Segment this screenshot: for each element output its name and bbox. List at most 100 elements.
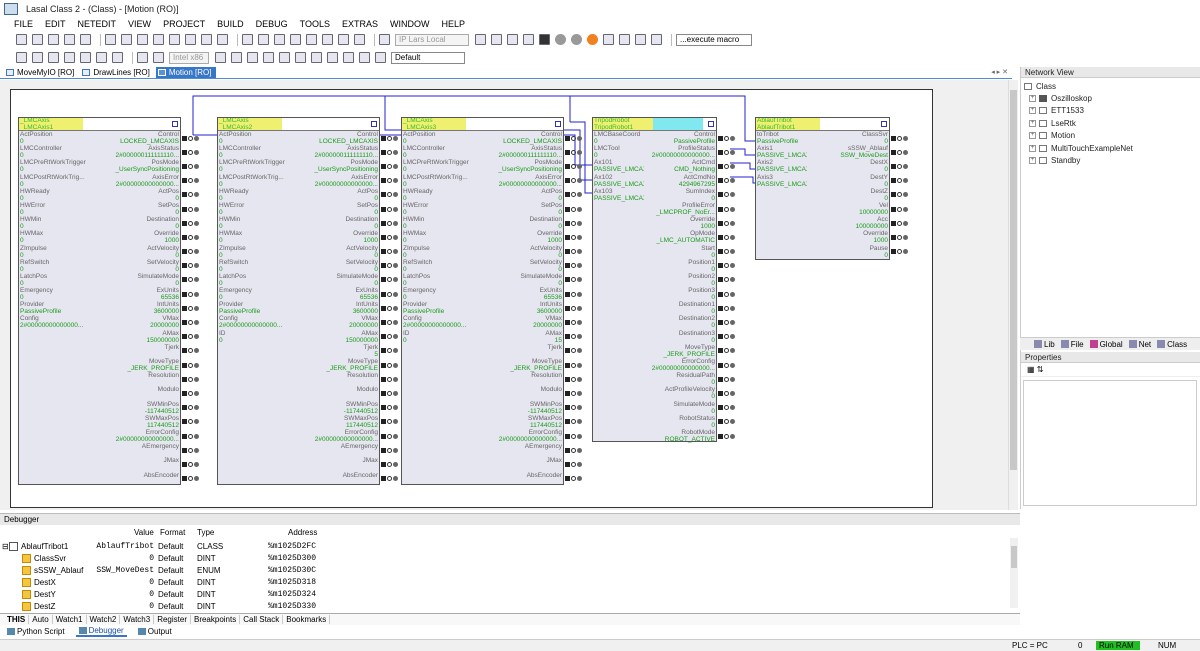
output-port[interactable]: AMax 15 (473, 330, 562, 344)
function-block[interactable]: TripodRobot TripodRobot1 LMCBaseCoord 0 LMCT… (592, 117, 717, 443)
grid-snap-icon[interactable] (359, 52, 370, 63)
pin-connector[interactable] (718, 358, 735, 372)
pin-connector[interactable] (718, 344, 735, 358)
var-format[interactable]: Default (158, 590, 183, 599)
menu-edit[interactable]: EDIT (45, 19, 66, 29)
pin-connector[interactable] (718, 188, 735, 202)
input-port[interactable]: LMCPostRtWorkTrig... 0 (403, 174, 473, 188)
oscilloscope-icon[interactable] (635, 34, 646, 45)
step-icon[interactable] (555, 34, 566, 45)
tab-debugger[interactable]: Debugger (75, 626, 127, 637)
pin-connector[interactable] (565, 259, 582, 273)
function-block[interactable]: _LMCAxis _LMCAxis3 ActPosition 0 LMCControll… (401, 117, 564, 485)
input-port[interactable]: ActPosition 0 (403, 131, 473, 145)
rebuild-icon[interactable] (274, 34, 285, 45)
output-port[interactable]: PosMode _UserSyncPositioning (289, 159, 378, 173)
pin-connector[interactable] (381, 287, 398, 301)
tab-auto[interactable]: Auto (29, 615, 53, 624)
pin-connector[interactable] (718, 273, 735, 287)
pin-connector[interactable] (381, 401, 398, 415)
expand-icon[interactable] (708, 121, 714, 127)
pin-connector[interactable] (182, 145, 199, 159)
tab-class[interactable]: Class (1157, 340, 1187, 349)
output-port[interactable]: Tjerk 5 (289, 344, 378, 358)
pin-connector[interactable] (381, 429, 398, 443)
input-port[interactable]: HWMax 0 (403, 230, 473, 244)
sort-alpha-icon[interactable]: ⇅ (1037, 365, 1044, 374)
pin-connector[interactable] (182, 259, 199, 273)
pin-connector[interactable] (182, 372, 199, 386)
tab-scroll-arrows-icon[interactable]: ◂ ▸ ✕ (991, 68, 1008, 76)
output-port[interactable]: Override 1000 (644, 216, 715, 230)
input-port[interactable]: HWReady 0 (20, 188, 90, 202)
pin-connector[interactable] (565, 429, 582, 443)
undo-icon[interactable] (169, 34, 180, 45)
pin-connector[interactable] (718, 131, 735, 145)
sort-icon[interactable] (137, 52, 148, 63)
var-format[interactable]: Default (158, 602, 183, 611)
cut-icon[interactable] (105, 34, 116, 45)
output-port[interactable]: Destination 0 (289, 216, 378, 230)
input-port[interactable]: Config 2#00000000000000... (403, 315, 473, 329)
col-address[interactable]: Address (288, 528, 317, 537)
output-port[interactable]: OpMode _LMC_AUTOMATIC (644, 230, 715, 244)
output-port[interactable]: SWMinPos -117440512 (473, 401, 562, 415)
input-port[interactable]: LatchPos 0 (20, 273, 90, 287)
save-icon[interactable] (48, 34, 59, 45)
input-port[interactable]: HWReady 0 (403, 188, 473, 202)
output-port[interactable]: MoveType _JERK_PROFILE (90, 358, 179, 372)
output-port[interactable]: RobotStatus 0 (644, 415, 715, 429)
tab-drawlines[interactable]: DrawLines [RO] (80, 67, 153, 78)
expand-icon[interactable]: + (1029, 157, 1036, 165)
pin-connector[interactable] (182, 443, 199, 457)
pin-connector[interactable] (565, 287, 582, 301)
output-port[interactable]: RobotMode ROBOT_ACTIVE (644, 429, 715, 443)
output-port[interactable]: VMax 20000000 (90, 315, 179, 329)
pin-connector[interactable] (718, 386, 735, 400)
output-port[interactable]: AbsEncoder (289, 472, 378, 486)
output-port[interactable]: AxisError 2#00000000000000... (289, 174, 378, 188)
menu-file[interactable]: FILE (14, 19, 33, 29)
input-port[interactable]: Config 2#00000000000000... (20, 315, 90, 329)
block-options-icon[interactable] (365, 118, 379, 130)
output-port[interactable]: SetPos 0 (289, 202, 378, 216)
pin-connector[interactable] (182, 230, 199, 244)
scroll-thumb[interactable] (1011, 546, 1017, 568)
output-port[interactable]: Override 1000 (807, 230, 888, 244)
expand-icon[interactable]: + (1029, 95, 1036, 103)
output-port[interactable]: SimulateMode 0 (90, 273, 179, 287)
stop-icon[interactable] (539, 34, 550, 45)
input-port[interactable]: HWMax 0 (20, 230, 90, 244)
output-port[interactable]: SWMinPos -117440512 (289, 401, 378, 415)
output-port[interactable]: ActVelocity 0 (289, 245, 378, 259)
select-icon[interactable] (16, 52, 27, 63)
save-all-icon[interactable] (64, 34, 75, 45)
pin-connector[interactable] (718, 372, 735, 386)
pin-connector[interactable] (182, 273, 199, 287)
pin-connector[interactable] (381, 330, 398, 344)
input-port[interactable]: Ax102PASSIVE_LMCAXIS (594, 174, 644, 188)
pin-connector[interactable] (182, 315, 199, 329)
pin-connector[interactable] (718, 174, 735, 188)
input-port[interactable]: toTribot PassiveProfile (757, 131, 807, 145)
trace-icon[interactable] (619, 34, 630, 45)
pin-connector[interactable] (565, 443, 582, 457)
tab-net[interactable]: Net (1128, 340, 1151, 349)
output-port[interactable]: SumIndex 0 (644, 188, 715, 202)
input-port[interactable]: ZImpulse 0 (20, 245, 90, 259)
pin-connector[interactable] (718, 259, 735, 273)
pin-connector[interactable] (718, 287, 735, 301)
tree-item-multitouch[interactable]: + MultiTouchExampleNet (1021, 142, 1200, 154)
tab-bookmarks[interactable]: Bookmarks (283, 615, 331, 624)
tab-lib[interactable]: Lib (1034, 340, 1055, 349)
tab-watch2[interactable]: Watch2 (87, 615, 121, 624)
replace-icon[interactable] (217, 34, 228, 45)
output-port[interactable]: Resolution (473, 372, 562, 386)
align-left-icon[interactable] (215, 52, 226, 63)
output-port[interactable]: Modulo (90, 386, 179, 400)
var-format[interactable]: Default (158, 566, 183, 575)
output-port[interactable]: JMax (473, 457, 562, 471)
pin-connector[interactable] (565, 301, 582, 315)
tab-movemyio[interactable]: MoveMyIO [RO] (4, 67, 78, 78)
pin-connector[interactable] (182, 245, 199, 259)
